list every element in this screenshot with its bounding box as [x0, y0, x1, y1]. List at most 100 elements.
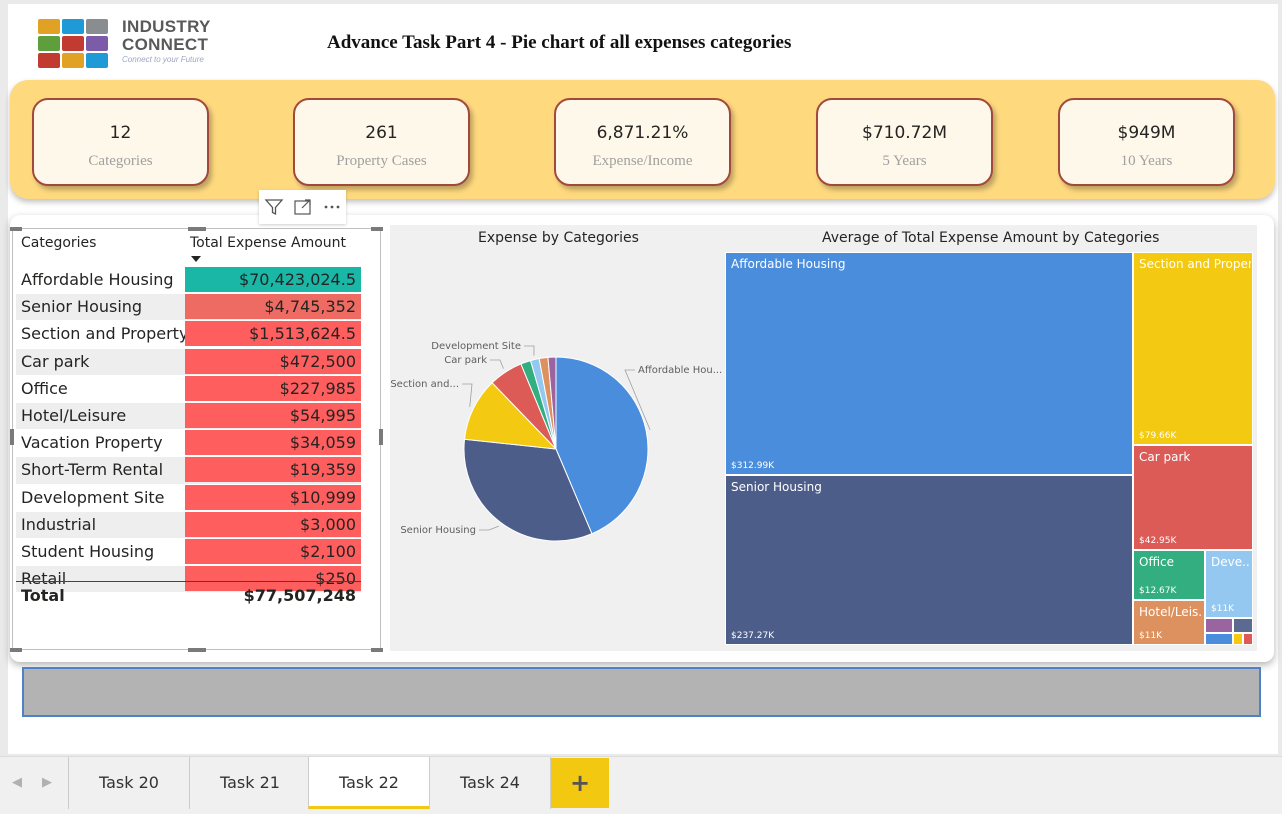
logo-mark-icon — [36, 17, 110, 68]
treemap-cell-value: $79.66K — [1139, 431, 1177, 441]
column-header-categories[interactable]: Categories — [21, 235, 96, 251]
treemap-cell[interactable]: Car park $42.95K — [1133, 445, 1253, 550]
table-row[interactable]: Affordable Housing $70,423,024.5 — [16, 266, 361, 293]
tab-scroll-arrows[interactable]: ◀▶ — [12, 775, 72, 790]
tab-task-21[interactable]: Task 21 — [189, 757, 310, 809]
row-category: Office — [21, 378, 68, 398]
treemap-cell-small[interactable] — [1243, 633, 1253, 645]
treemap-cell[interactable]: Office $12.67K — [1133, 550, 1205, 600]
total-value: $77,507,248 — [243, 586, 356, 605]
row-amount: $34,059 — [185, 430, 361, 456]
row-category: Section and Property — [21, 324, 189, 344]
kpi-card-categories[interactable]: 12 Categories — [32, 98, 209, 186]
pie-data-label: Development Site — [431, 341, 521, 352]
pie-leader-line — [490, 359, 504, 369]
treemap-cell-value: $237.27K — [731, 631, 775, 641]
logo-title: INDUSTRY CONNECT — [122, 18, 211, 54]
row-category: Senior Housing — [21, 297, 143, 317]
treemap-cell-value: $11K — [1139, 631, 1163, 641]
total-label: Total — [21, 586, 65, 605]
row-category: Vacation Property — [21, 433, 163, 453]
kpi-strip: 12 Categories 261 Property Cases 6,871.2… — [10, 80, 1275, 199]
row-amount: $54,995 — [185, 402, 361, 428]
row-amount: $10,999 — [185, 484, 361, 510]
treemap-cell[interactable]: Deve... $11K — [1205, 550, 1253, 618]
more-options-icon[interactable] — [317, 190, 346, 224]
pie-data-label: Senior Housing — [400, 525, 476, 536]
table-row[interactable]: Car park $472,500 — [16, 347, 361, 375]
row-amount: $472,500 — [185, 348, 361, 374]
kpi-label: 10 Years — [1120, 153, 1173, 169]
resize-handle-right[interactable] — [379, 429, 383, 445]
kpi-value: $949M — [1117, 123, 1176, 143]
row-category: Student Housing — [21, 541, 155, 561]
row-amount: $3,000 — [185, 511, 361, 537]
treemap-cell-label: Hotel/Leis... — [1139, 605, 1203, 619]
kpi-card-property-cases[interactable]: 261 Property Cases — [293, 98, 470, 186]
table-row[interactable]: Section and Property $1,513,624.5 — [16, 320, 361, 347]
treemap-title: Average of Total Expense Amount by Categ… — [822, 230, 1160, 246]
add-page-button[interactable]: + — [551, 758, 609, 808]
filter-icon[interactable] — [259, 190, 288, 224]
sort-descending-icon — [191, 256, 201, 262]
page-tab-bar: ◀▶ Task 20 Task 21 Task 22 Task 24 + — [0, 756, 1282, 814]
kpi-card-expense-income[interactable]: 6,871.21% Expense/Income — [554, 98, 731, 186]
treemap-chart[interactable]: Affordable Housing $312.99K Senior Housing… — [725, 252, 1253, 645]
tab-task-22[interactable]: Task 22 — [308, 757, 429, 809]
treemap-cell[interactable]: Affordable Housing $312.99K — [725, 252, 1133, 475]
row-amount: $227,985 — [185, 375, 361, 401]
table-row[interactable]: Vacation Property $34,059 — [16, 429, 361, 456]
row-amount: $19,359 — [185, 457, 361, 483]
logo-title-line2: CONNECT — [122, 35, 209, 54]
pie-leader-line — [462, 383, 473, 407]
treemap-cell-small[interactable] — [1233, 618, 1253, 633]
pie-data-label: Car park — [444, 355, 487, 366]
kpi-value: 6,871.21% — [596, 123, 689, 143]
resize-handle-left[interactable] — [10, 429, 14, 445]
table-row[interactable]: Student Housing $2,100 — [16, 537, 361, 565]
treemap-cell-small[interactable] — [1205, 633, 1233, 645]
focus-mode-icon[interactable] — [288, 190, 317, 224]
resize-handle-bottom-right[interactable] — [371, 648, 383, 652]
treemap-cell-small[interactable] — [1205, 618, 1233, 633]
table-total-row: Total $77,507,248 — [16, 581, 361, 608]
kpi-card-10-years[interactable]: $949M 10 Years — [1058, 98, 1235, 186]
treemap-cell[interactable]: Section and Property $79.66K — [1133, 252, 1253, 445]
table-row[interactable]: Hotel/Leisure $54,995 — [16, 401, 361, 430]
table-row[interactable]: Senior Housing $4,745,352 — [16, 293, 361, 321]
table-row[interactable]: Industrial $3,000 — [16, 510, 361, 538]
row-amount: $1,513,624.5 — [185, 321, 361, 347]
treemap-cell-small[interactable] — [1233, 633, 1243, 645]
expense-table[interactable]: Categories Total Expense Amount Affordab… — [10, 227, 383, 652]
resize-handle-top-right[interactable] — [371, 227, 383, 231]
kpi-value: 12 — [109, 123, 132, 143]
kpi-label: Categories — [88, 153, 153, 169]
kpi-label: 5 Years — [882, 153, 927, 169]
tab-task-24[interactable]: Task 24 — [429, 757, 551, 809]
kpi-value: $710.72M — [862, 123, 947, 143]
treemap-cell-label: Section and Property — [1139, 257, 1251, 271]
pie-leader-line — [524, 345, 535, 356]
chevron-left-icon[interactable]: ◀ — [12, 775, 42, 790]
kpi-card-5-years[interactable]: $710.72M 5 Years — [816, 98, 993, 186]
pie-chart[interactable]: Affordable Hou... Senior Housing Section a… — [390, 225, 725, 651]
treemap-cell-label: Office — [1139, 555, 1175, 569]
treemap-cell-label: Deve... — [1211, 555, 1251, 569]
kpi-label: Expense/Income — [592, 153, 693, 169]
table-row[interactable]: Development Site $10,999 — [16, 483, 361, 511]
treemap-cell[interactable]: Senior Housing $237.27K — [725, 475, 1133, 645]
column-header-total-expense[interactable]: Total Expense Amount — [190, 235, 346, 251]
resize-handle-bottom-left[interactable] — [10, 648, 22, 652]
tab-task-20[interactable]: Task 20 — [68, 757, 189, 809]
row-category: Car park — [21, 351, 90, 371]
kpi-label: Property Cases — [336, 153, 427, 169]
table-row[interactable]: Short-Term Rental $19,359 — [16, 456, 361, 484]
row-amount: $2,100 — [185, 538, 361, 564]
resize-handle-bottom[interactable] — [188, 648, 206, 652]
resize-handle-top-left[interactable] — [10, 227, 22, 231]
selected-blank-visual[interactable] — [22, 667, 1261, 717]
treemap-cell-value: $42.95K — [1139, 536, 1177, 546]
resize-handle-top[interactable] — [188, 227, 206, 231]
table-row[interactable]: Office $227,985 — [16, 374, 361, 402]
treemap-cell[interactable]: Hotel/Leis... $11K — [1133, 600, 1205, 645]
